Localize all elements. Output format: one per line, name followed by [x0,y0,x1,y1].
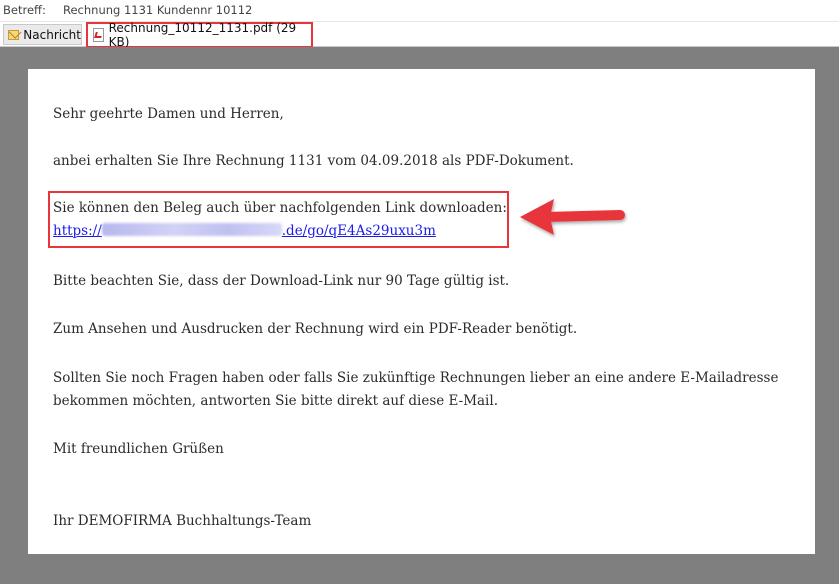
tab-message[interactable]: Nachricht [3,24,82,45]
message-content-area[interactable]: Sehr geehrte Damen und Herren, anbei erh… [0,47,839,584]
envelope-icon [8,29,20,40]
tab-attachment-pdf[interactable]: Rechnung_10112_1131.pdf (29 KB) [86,21,313,49]
red-arrow-left-icon [520,199,625,235]
tab-message-label: Nachricht [23,27,81,42]
subject-value: Rechnung 1131 Kundennr 10112 [63,3,253,17]
email-questions-line2: bekommen möchten, antworten Sie bitte di… [53,393,498,409]
email-greeting: Sehr geehrte Damen und Herren, [53,106,284,122]
subject-bar: Betreff: Rechnung 1131 Kundennr 10112 [0,0,839,20]
subject-label: Betreff: [3,3,46,17]
message-tab-bar: Nachricht Rechnung_10112_1131.pdf (29 KB… [0,21,839,49]
email-body: Sehr geehrte Damen und Herren, anbei erh… [28,69,815,554]
link-highlight-box [48,191,509,248]
pdf-file-icon [93,28,104,42]
email-validity: Bitte beachten Sie, dass der Download-Li… [53,273,510,289]
email-reader-note: Zum Ansehen und Ausdrucken der Rechnung … [53,321,578,337]
email-intro: anbei erhalten Sie Ihre Rechnung 1131 vo… [53,153,574,169]
tab-attachment-label: Rechnung_10112_1131.pdf (29 KB) [108,21,297,49]
email-questions-line1: Sollten Sie noch Fragen haben oder falls… [53,370,779,386]
email-signature: Ihr DEMOFIRMA Buchhaltungs-Team [53,513,312,529]
email-closing: Mit freundlichen Grüßen [53,441,224,457]
